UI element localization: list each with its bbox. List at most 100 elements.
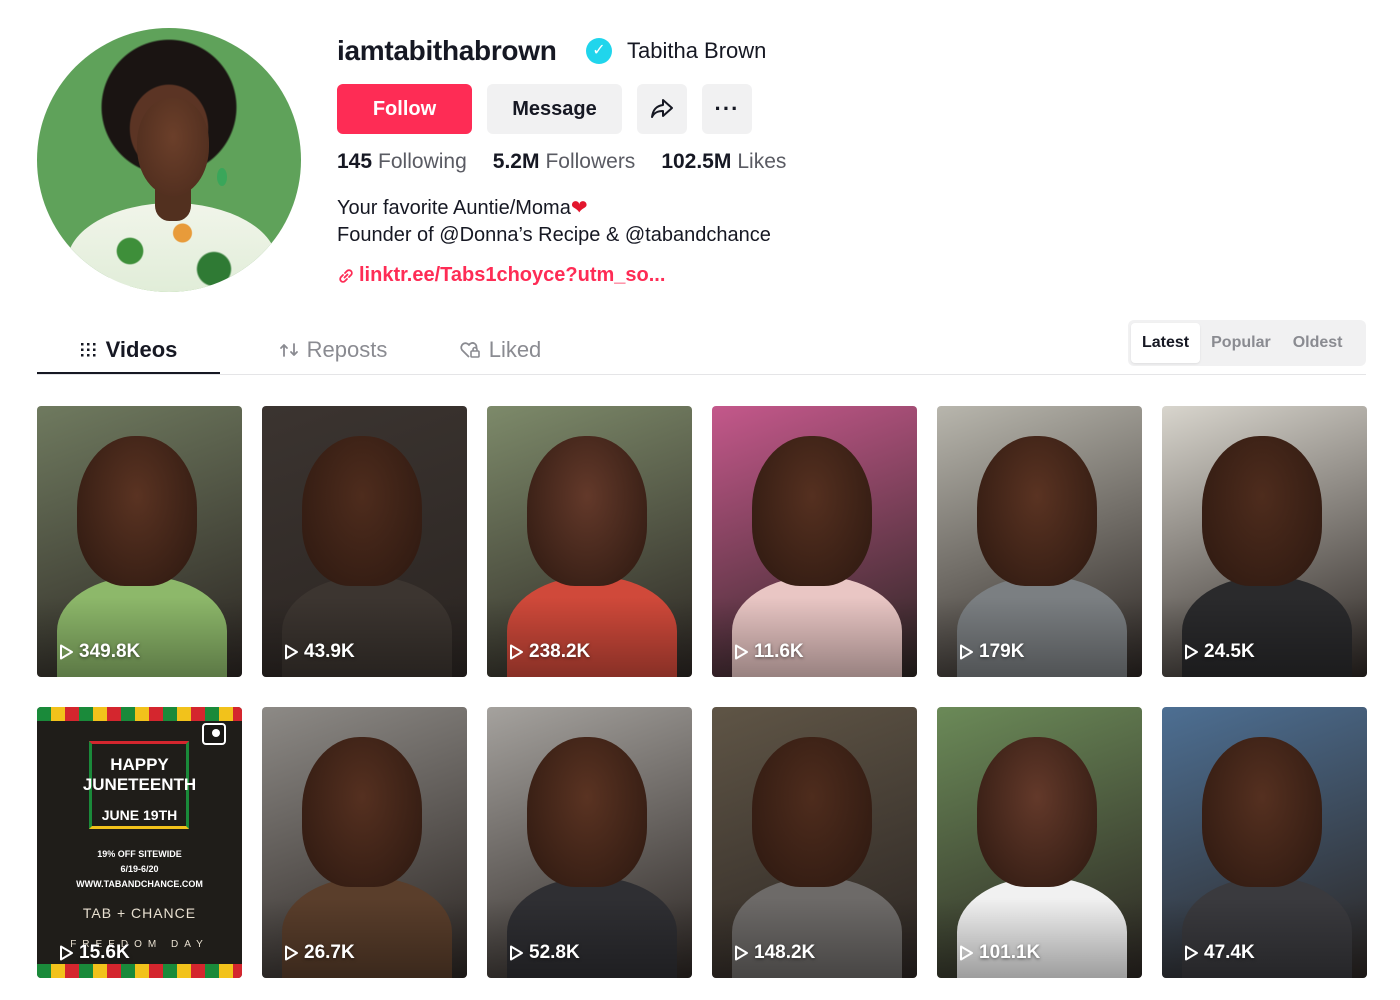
thumbnail-face <box>1202 737 1322 887</box>
video-view-count: 47.4K <box>1204 942 1255 963</box>
play-icon <box>960 644 973 660</box>
video-card[interactable]: 349.8K <box>37 406 242 677</box>
tab-videos[interactable]: Videos <box>37 325 220 374</box>
thumbnail-face <box>527 436 647 586</box>
tab-reposts-label: Reposts <box>306 336 388 362</box>
thumbnail-face <box>302 436 422 586</box>
thumbnail-shade <box>37 597 242 677</box>
tab-liked[interactable]: Liked <box>437 325 563 374</box>
thumbnail-shade <box>712 597 917 677</box>
video-views: 15.6K <box>57 942 130 964</box>
sort-popular[interactable]: Popular <box>1200 323 1282 363</box>
stat-followers-count: 5.2M <box>492 150 540 173</box>
promo-brand: TAB + CHANCE <box>82 905 197 921</box>
active-tab-indicator <box>37 372 220 374</box>
thumbnail-shade <box>937 898 1142 978</box>
promo-border-top <box>37 707 242 721</box>
video-card[interactable]: 148.2K <box>712 707 917 978</box>
play-icon <box>1185 945 1198 961</box>
thumbnail-shade <box>262 597 467 677</box>
stat-followers[interactable]: 5.2M Followers <box>493 150 636 174</box>
repost-icon <box>279 342 298 357</box>
promo-date: JUNE 19TH <box>101 807 178 823</box>
video-view-count: 24.5K <box>1204 641 1255 662</box>
video-card[interactable]: 11.6K <box>712 406 917 677</box>
stat-likes-label: Likes <box>737 150 787 173</box>
promo-sale: 19% OFF SITEWIDE <box>97 849 182 859</box>
thumbnail-shade <box>1162 898 1367 978</box>
heart-icon: ❤ <box>570 197 588 219</box>
thumbnail-face <box>1202 436 1322 586</box>
video-views: 101.1K <box>957 942 1040 964</box>
video-card[interactable]: 26.7K <box>262 707 467 978</box>
video-view-count: 349.8K <box>79 641 141 662</box>
play-icon <box>510 945 523 961</box>
thumbnail-face <box>977 436 1097 586</box>
thumbnail-face <box>302 737 422 887</box>
video-views: 26.7K <box>282 942 355 964</box>
sort-toggle: Latest Popular Oldest <box>1128 320 1366 366</box>
promo-details: 19% OFF SITEWIDE 6/19-6/20 WWW.TABANDCHANC… <box>37 847 242 892</box>
play-icon <box>735 644 748 660</box>
video-card[interactable]: 24.5K <box>1162 406 1367 677</box>
tab-liked-label: Liked <box>488 336 542 362</box>
video-view-count: 26.7K <box>304 942 355 963</box>
profile-bio: Your favorite Auntie/Moma❤ Founder of @D… <box>337 195 771 249</box>
video-view-count: 179K <box>979 641 1025 662</box>
link-icon <box>339 268 353 283</box>
thumbnail-face <box>77 436 197 586</box>
thumbnail-face <box>752 436 872 586</box>
video-view-count: 238.2K <box>529 641 591 662</box>
profile-avatar[interactable] <box>37 28 301 292</box>
play-icon <box>285 644 298 660</box>
thumbnail-face <box>977 737 1097 887</box>
play-icon <box>510 644 523 660</box>
promo-title-1: HAPPY <box>110 755 169 774</box>
avatar-face <box>137 98 209 196</box>
play-icon <box>60 644 73 660</box>
profile-link[interactable]: linktr.ee/Tabs1choyce?utm_so... <box>337 264 665 287</box>
bio-text-1: Your favorite Auntie/Moma <box>337 197 571 219</box>
thumbnail-shade <box>712 898 917 978</box>
video-views: 148.2K <box>732 942 815 964</box>
video-views: 47.4K <box>1182 942 1255 964</box>
promo-title: HAPPY JUNETEENTH <box>37 755 242 795</box>
play-icon <box>735 945 748 961</box>
video-view-count: 15.6K <box>79 942 130 963</box>
play-icon <box>285 945 298 961</box>
profile-username: iamtabithabrown <box>337 35 557 66</box>
video-views: 52.8K <box>507 942 580 964</box>
video-card[interactable]: 47.4K <box>1162 707 1367 978</box>
message-button[interactable]: Message <box>487 84 622 134</box>
bio-line-1: Your favorite Auntie/Moma❤ <box>337 195 771 222</box>
tab-reposts[interactable]: Reposts <box>237 325 429 374</box>
stat-likes-count: 102.5M <box>661 150 732 173</box>
play-icon <box>960 945 973 961</box>
video-views: 43.9K <box>282 641 355 663</box>
video-card[interactable]: 238.2K <box>487 406 692 677</box>
verified-badge-icon: ✓ <box>586 38 612 64</box>
promo-thumbnail: HAPPY JUNETEENTH JUNE 19TH 19% OFF SITEWI… <box>37 707 242 978</box>
video-card[interactable]: HAPPY JUNETEENTH JUNE 19TH 19% OFF SITEWI… <box>37 707 242 978</box>
share-button[interactable] <box>637 84 687 134</box>
thumbnail-shade <box>1162 597 1367 677</box>
video-card[interactable]: 179K <box>937 406 1142 677</box>
more-options-button[interactable]: ··· <box>702 84 752 134</box>
tab-videos-label: Videos <box>105 336 178 362</box>
sort-latest[interactable]: Latest <box>1131 323 1201 363</box>
video-views: 11.6K <box>732 641 804 663</box>
stat-likes: 102.5M Likes <box>661 150 786 174</box>
sort-oldest[interactable]: Oldest <box>1282 323 1354 363</box>
bio-line-2: Founder of @Donna’s Recipe & @tabandchan… <box>337 224 771 246</box>
video-views: 349.8K <box>57 641 140 663</box>
video-card[interactable]: 43.9K <box>262 406 467 677</box>
video-card[interactable]: 101.1K <box>937 707 1142 978</box>
video-card[interactable]: 52.8K <box>487 707 692 978</box>
stat-followers-label: Followers <box>545 150 636 173</box>
video-view-count: 11.6K <box>754 641 804 662</box>
profile-display-name: Tabitha Brown <box>627 38 767 63</box>
video-views: 24.5K <box>1182 641 1255 663</box>
stat-following[interactable]: 145 Following <box>337 150 467 174</box>
stat-following-label: Following <box>378 150 467 173</box>
follow-button[interactable]: Follow <box>337 84 472 134</box>
